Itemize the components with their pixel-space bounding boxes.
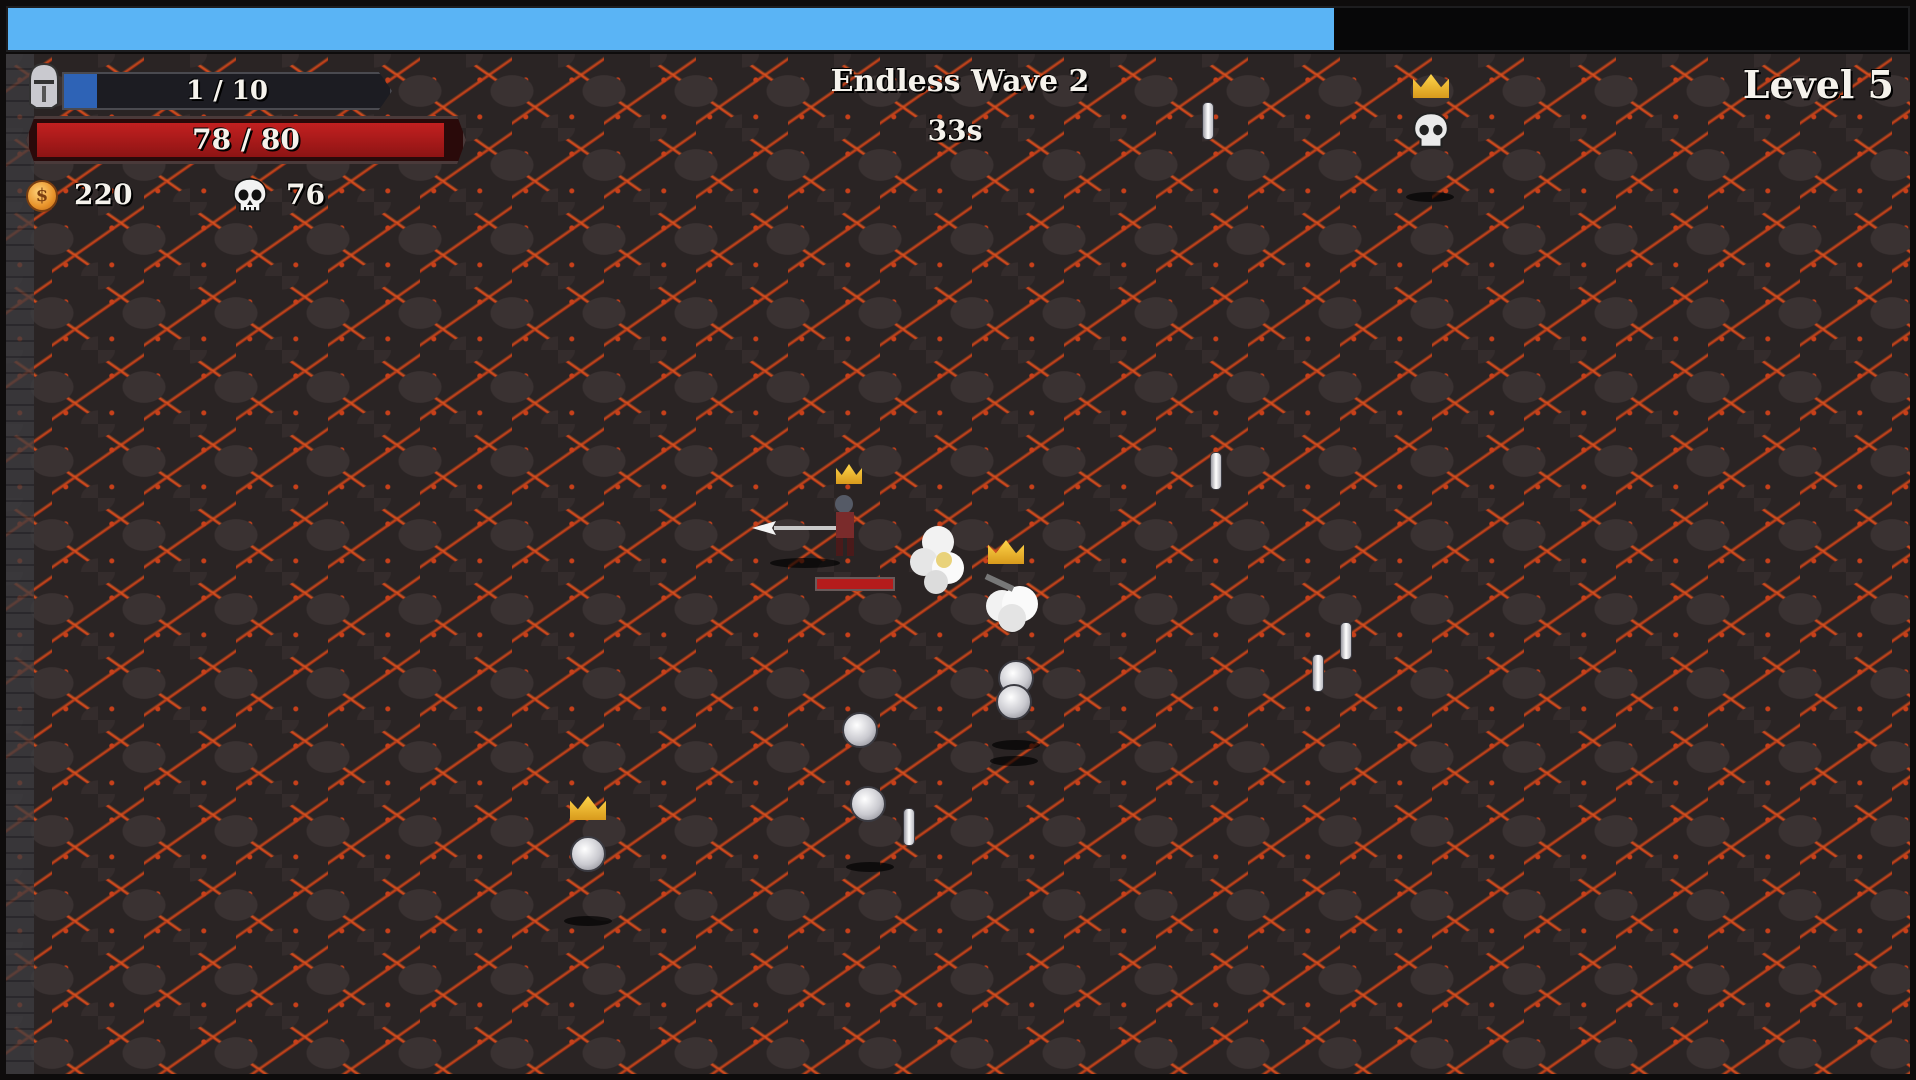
health-value: 78 / 80 <box>192 123 300 156</box>
wave-timer: 33s <box>927 114 983 147</box>
coin-icon: $ <box>26 180 58 212</box>
orb-enemy <box>850 786 886 822</box>
player-shadow <box>770 558 840 568</box>
bone-projectile <box>1202 102 1214 140</box>
skull-icon <box>233 178 267 212</box>
enemy-shadow <box>992 740 1040 750</box>
enemy-shadow <box>990 756 1038 766</box>
bone-projectile <box>1312 654 1324 692</box>
enemy-shadow <box>1406 192 1454 202</box>
player-health-bar <box>815 577 895 591</box>
bone-projectile <box>1340 622 1352 660</box>
health-bar: 78 / 80 <box>26 116 466 164</box>
bone-projectile <box>1210 452 1222 490</box>
coins-count: 220 <box>74 178 133 211</box>
ghost-enemy <box>984 573 1038 632</box>
orb-enemy <box>570 836 606 872</box>
enemy-shadow <box>846 862 894 872</box>
xp-bar-fill <box>8 8 1335 50</box>
player-character <box>752 495 854 556</box>
orb-enemy <box>842 712 878 748</box>
wave-title: Endless Wave 2 <box>830 64 1090 99</box>
orb-enemy <box>996 684 1032 720</box>
hit-smoke-effect <box>910 526 964 594</box>
bone-projectile <box>903 808 915 846</box>
xp-bar <box>6 6 1910 52</box>
enemy-shadow <box>564 916 612 926</box>
level-indicator: Level 5 <box>1742 62 1894 107</box>
armor-bar: 1 / 10 <box>62 72 392 110</box>
armor-value: 1 / 10 <box>186 76 268 106</box>
player-health-fill <box>817 579 893 589</box>
helmet-icon <box>29 62 59 109</box>
skull-enemy <box>1413 112 1449 148</box>
kills-count: 76 <box>286 178 325 211</box>
